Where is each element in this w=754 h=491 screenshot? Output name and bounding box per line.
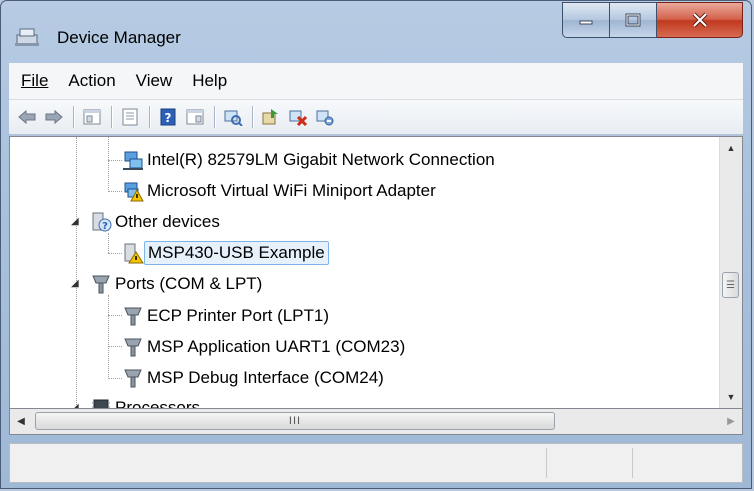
network-adapter-warning-icon — [124, 182, 144, 202]
tree-category-processors[interactable]: Processors — [90, 394, 203, 409]
scan-hardware-icon — [224, 110, 243, 126]
device-manager-window: Device Manager File Action View Help ? I… — [0, 0, 752, 489]
tree-item-label: ECP Printer Port (LPT1) — [147, 306, 330, 325]
tree-guide-line — [108, 346, 122, 347]
tree-guide-line — [108, 295, 109, 379]
toolbar-separator — [111, 106, 112, 128]
svg-text:?: ? — [165, 111, 172, 125]
device-manager-icon — [15, 28, 39, 46]
tree-guide-line — [76, 137, 77, 255]
update-driver-icon — [262, 109, 278, 125]
scroll-right-icon[interactable]: ▶ — [720, 409, 742, 434]
tree-guide-line — [108, 137, 109, 192]
status-divider — [632, 448, 633, 478]
device-tree-view[interactable]: Intel(R) 82579LM Gigabit Network Connect… — [9, 136, 743, 409]
tree-guide-line — [108, 315, 122, 316]
tree-category-other-devices[interactable]: ? Other devices — [90, 208, 223, 236]
port-icon — [124, 338, 142, 357]
collapse-arrow-icon[interactable]: ◢ — [71, 216, 79, 227]
minimize-icon — [579, 20, 593, 25]
view-list-icon — [186, 109, 204, 125]
view-list-button[interactable] — [183, 105, 207, 129]
properties-icon — [122, 108, 138, 126]
disable-device-button[interactable] — [313, 105, 337, 129]
back-button[interactable] — [15, 105, 39, 129]
tree-guide-line — [108, 378, 122, 379]
toolbar-separator — [73, 106, 74, 128]
unknown-device-warning-icon — [124, 243, 144, 264]
unknown-device-category-icon: ? — [92, 212, 112, 232]
show-hide-console-tree-button[interactable] — [80, 105, 104, 129]
scan-hardware-button[interactable] — [221, 105, 245, 129]
close-button[interactable] — [657, 2, 743, 38]
menu-file[interactable]: File — [19, 67, 50, 95]
svg-text:?: ? — [102, 221, 108, 232]
tree-item-label: Processors — [115, 398, 201, 409]
close-icon — [692, 12, 707, 28]
window-title: Device Manager — [57, 28, 181, 47]
tree-item-label: MSP Application UART1 (COM23) — [147, 337, 406, 356]
tree-item-virtual-wifi[interactable]: Microsoft Virtual WiFi Miniport Adapter — [122, 177, 439, 205]
port-category-icon — [92, 275, 110, 294]
toolbar-separator — [214, 106, 215, 128]
tree-guide-line — [108, 191, 122, 192]
title-bar[interactable]: Device Manager — [1, 1, 751, 63]
processor-icon — [92, 399, 110, 408]
menu-bar: File Action View Help — [9, 63, 743, 100]
update-driver-button[interactable] — [259, 105, 283, 129]
collapse-arrow-icon[interactable]: ◢ — [71, 278, 79, 289]
maximize-icon — [625, 13, 641, 27]
vertical-scroll-thumb[interactable]: ☰ — [722, 272, 739, 298]
scroll-left-icon[interactable]: ◀ — [10, 409, 32, 434]
tree-item-label: Other devices — [115, 212, 220, 231]
port-icon — [124, 307, 142, 326]
help-button[interactable]: ? — [156, 105, 180, 129]
tree-guide-line — [108, 233, 109, 253]
menu-action[interactable]: Action — [66, 67, 117, 95]
menu-help[interactable]: Help — [190, 67, 229, 95]
horizontal-scroll-thumb[interactable]: III — [35, 412, 555, 430]
tree-item-msp-application-uart[interactable]: MSP Application UART1 (COM23) — [122, 333, 408, 361]
scroll-up-icon[interactable]: ▲ — [720, 137, 742, 159]
scroll-down-icon[interactable]: ▼ — [720, 386, 742, 408]
device-tree: Intel(R) 82579LM Gigabit Network Connect… — [10, 137, 720, 408]
help-icon: ? — [160, 108, 176, 126]
port-icon — [124, 369, 142, 388]
back-arrow-icon — [18, 109, 36, 125]
tree-item-label: MSP Debug Interface (COM24) — [147, 368, 384, 387]
tree-item-msp-debug-interface[interactable]: MSP Debug Interface (COM24) — [122, 364, 387, 392]
tree-item-ecp-printer-port[interactable]: ECP Printer Port (LPT1) — [122, 302, 332, 330]
tree-item-intel-network[interactable]: Intel(R) 82579LM Gigabit Network Connect… — [122, 146, 498, 174]
toolbar-separator — [149, 106, 150, 128]
caption-buttons — [562, 2, 743, 40]
collapse-arrow-icon[interactable]: ◢ — [71, 402, 79, 408]
forward-button[interactable] — [42, 105, 66, 129]
tree-guide-line — [108, 160, 122, 161]
forward-arrow-icon — [45, 109, 63, 125]
console-tree-icon — [83, 109, 101, 125]
properties-button[interactable] — [118, 105, 142, 129]
disable-device-icon — [316, 110, 334, 126]
tree-item-label: MSP430-USB Example — [144, 241, 329, 265]
uninstall-icon — [289, 110, 308, 126]
uninstall-button[interactable] — [286, 105, 310, 129]
tree-item-msp430-usb[interactable]: MSP430-USB Example — [122, 239, 329, 267]
tree-item-label: Microsoft Virtual WiFi Miniport Adapter — [147, 181, 436, 200]
vertical-scrollbar[interactable]: ▲ ☰ ▼ — [719, 137, 742, 408]
tree-guide-line — [108, 253, 122, 254]
tree-category-ports[interactable]: Ports (COM & LPT) — [90, 270, 265, 298]
menu-view[interactable]: View — [134, 67, 175, 95]
network-adapter-icon — [123, 151, 143, 170]
status-divider — [546, 448, 547, 478]
horizontal-scrollbar[interactable]: ◀ III ▶ — [9, 409, 743, 435]
tree-item-label: Ports (COM & LPT) — [115, 274, 263, 293]
status-bar — [9, 443, 743, 483]
toolbar: ? — [9, 100, 743, 135]
tree-item-label: Intel(R) 82579LM Gigabit Network Connect… — [147, 150, 495, 169]
minimize-button[interactable] — [562, 2, 610, 38]
toolbar-separator — [252, 106, 253, 128]
maximize-button[interactable] — [610, 2, 657, 38]
